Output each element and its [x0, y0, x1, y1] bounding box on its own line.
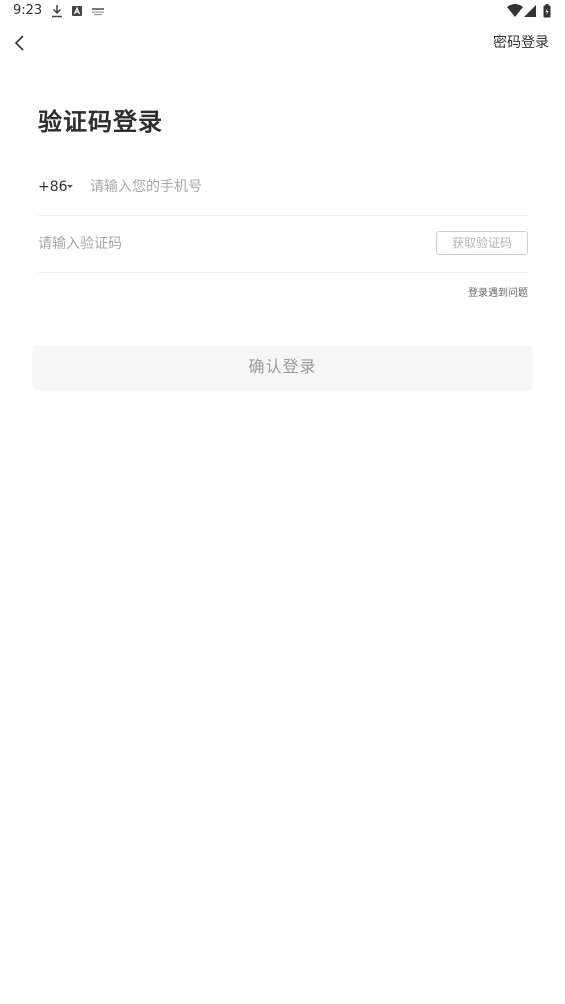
- page-title: 验证码登录: [38, 108, 163, 136]
- status-time: 9:23: [13, 3, 43, 18]
- chevron-left-icon: [14, 35, 24, 51]
- signal-icon: [524, 5, 536, 17]
- status-bar: 9:23: [0, 0, 565, 24]
- verification-code-input[interactable]: [38, 231, 338, 257]
- confirm-login-button[interactable]: 确认登录: [33, 346, 532, 388]
- notification-icon: [92, 8, 104, 16]
- caret-down-icon[interactable]: [67, 185, 73, 188]
- get-code-button[interactable]: 获取验证码: [436, 231, 528, 255]
- login-page: 9:23 密码登录 验证码登录 +86 请输入您的手机号 请输入验证码 获取验证…: [0, 0, 565, 1004]
- battery-icon: [543, 4, 551, 18]
- app-a-icon: [72, 6, 82, 16]
- download-icon: [52, 5, 62, 18]
- phone-row: +86: [38, 160, 528, 216]
- login-problem-link[interactable]: 登录遇到问题: [468, 284, 528, 299]
- phone-input[interactable]: [90, 174, 510, 200]
- verification-code-row: 获取验证码: [38, 216, 528, 273]
- back-button[interactable]: [10, 32, 32, 54]
- wifi-icon: [507, 4, 523, 17]
- password-login-link[interactable]: 密码登录: [493, 34, 549, 52]
- country-code-selector[interactable]: +86: [38, 177, 68, 197]
